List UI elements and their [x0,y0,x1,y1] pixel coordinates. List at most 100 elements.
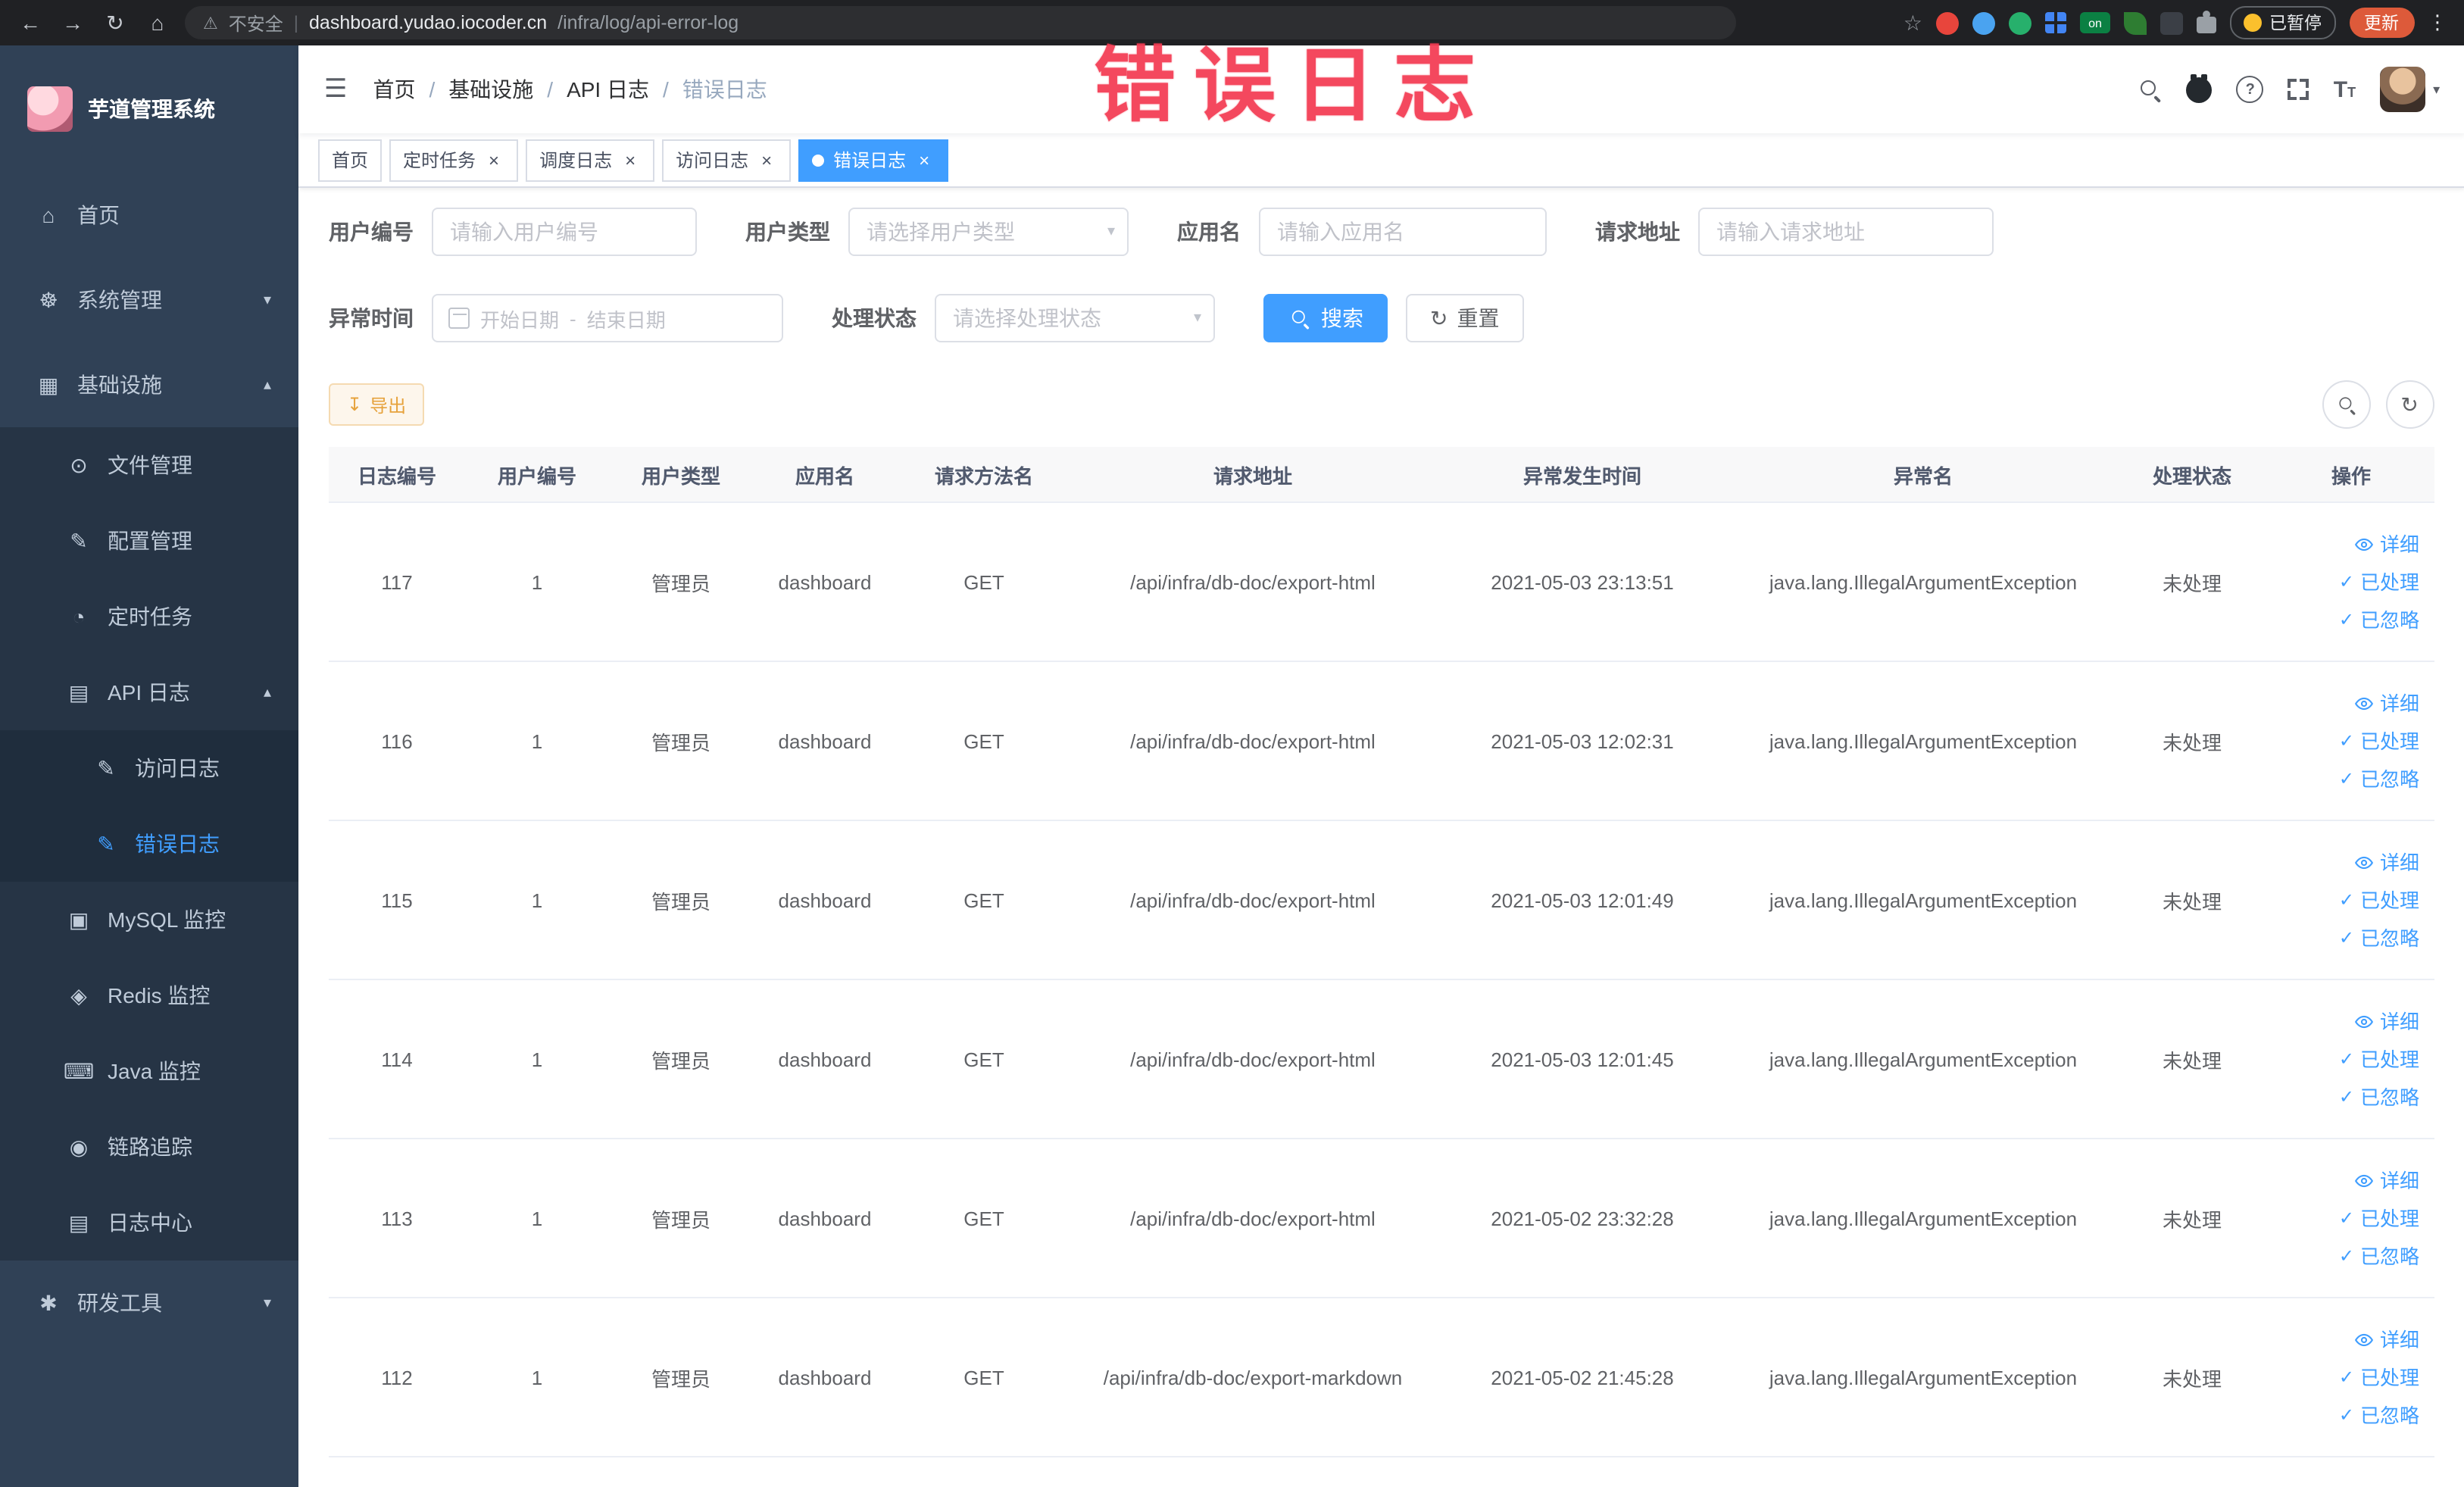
sidebar-item-api-log[interactable]: ▤ API 日志 ▴ [0,654,298,730]
process-status-select[interactable] [935,294,1215,342]
search-icon[interactable] [2138,77,2163,102]
cell-app-name: dashboard [753,661,897,821]
user-type-select[interactable] [848,208,1129,256]
close-icon[interactable]: × [756,149,777,170]
extension-icon-dark[interactable] [2160,11,2183,34]
user-id-input[interactable] [432,208,697,256]
help-icon[interactable]: ? [2236,76,2264,103]
breadcrumb-infra[interactable]: 基础设施 [416,74,533,105]
search-button[interactable]: 搜索 [1263,294,1388,342]
check-icon: ✓ [2338,1086,2354,1107]
mark-processed-link[interactable]: ✓ 已处理 [2277,881,2425,919]
sidebar-item-java-monitor[interactable]: ⌨ Java 监控 [0,1033,298,1109]
request-url-input[interactable] [1698,208,1994,256]
sidebar-item-config-manage[interactable]: ✎ 配置管理 [0,503,298,579]
update-button[interactable]: 更新 [2349,8,2414,38]
detail-link[interactable]: 详细 [2277,1320,2425,1358]
home-icon[interactable]: ⌂ [142,11,173,35]
fullscreen-icon[interactable] [2288,79,2309,100]
extension-badge-on[interactable]: on [2080,12,2110,33]
extension-icon-blue-drop[interactable] [1972,11,1995,34]
sidebar-item-log-center[interactable]: ▤ 日志中心 [0,1185,298,1261]
sidebar-item-scheduled-task[interactable]: ◔ 定时任务 [0,579,298,654]
sidebar-item-error-log[interactable]: ✎ 错误日志 [0,806,298,882]
detail-link[interactable]: 详细 [2277,1002,2425,1040]
close-icon[interactable]: × [620,149,641,170]
close-icon[interactable]: × [913,149,935,170]
date-range-picker[interactable]: 开始日期 - 结束日期 [432,294,783,342]
breadcrumb-api-log[interactable]: API 日志 [533,74,649,105]
sidebar-logo[interactable]: 芋道管理系统 [0,45,298,173]
table-row: 113 1 管理员 dashboard GET /api/infra/db-do… [329,1139,2434,1298]
main-area: ☰ 首页 基础设施 API 日志 错误日志 ? TT ▾ [298,45,2464,1487]
detail-link[interactable]: 详细 [2277,1161,2425,1199]
mark-ignored-link[interactable]: ✓ 已忽略 [2277,1237,2425,1275]
cell-user-type: 管理员 [609,979,753,1139]
search-icon [2336,395,2356,414]
sidebar-item-redis-monitor[interactable]: ◈ Redis 监控 [0,957,298,1033]
reload-icon[interactable]: ↻ [100,10,130,36]
mark-ignored-link[interactable]: ✓ 已忽略 [2277,919,2425,957]
tab-scheduled-task[interactable]: 定时任务 × [389,139,519,181]
cell-exception-time: 2021-05-02 21:45:28 [1435,1298,1730,1457]
detail-link[interactable]: 详细 [2277,525,2425,563]
tab-home[interactable]: 首页 [318,139,383,181]
breadcrumb-home[interactable]: 首页 [373,74,416,105]
close-icon[interactable]: × [483,149,504,170]
extensions-puzzle-icon[interactable] [2197,11,2216,33]
table-row: 114 1 管理员 dashboard GET /api/infra/db-do… [329,979,2434,1139]
mark-ignored-link[interactable]: ✓ 已忽略 [2277,601,2425,639]
sidebar-item-system[interactable]: ☸ 系统管理 ▾ [0,258,298,342]
filter-row-1: 用户编号 用户类型 ▾ 应用名 请 [329,208,2434,256]
sidebar-collapse-icon[interactable]: ☰ [324,74,348,105]
bookmark-star-icon[interactable]: ☆ [1903,10,1922,36]
sidebar-item-infra[interactable]: ▦ 基础设施 ▴ [0,342,298,427]
sidebar-item-home[interactable]: ⌂ 首页 [0,173,298,258]
toggle-search-button[interactable] [2322,380,2371,429]
extension-icon-grid[interactable] [2045,12,2066,33]
cell-user-type: 管理员 [609,661,753,821]
refresh-button[interactable]: ↻ [2385,380,2434,429]
mark-processed-link[interactable]: ✓ 已处理 [2277,1040,2425,1078]
sidebar-item-file-manage[interactable]: ⊙ 文件管理 [0,427,298,503]
active-dot [812,154,825,166]
paused-badge[interactable]: 已暂停 [2230,6,2335,39]
extension-icon-green[interactable] [2009,11,2031,34]
file-icon: ⊙ [70,452,88,476]
tab-error-log[interactable]: 错误日志 × [798,139,949,181]
browser-menu-icon[interactable]: ⋮ [2428,11,2449,35]
back-icon[interactable]: ← [15,11,45,35]
tab-access-log[interactable]: 访问日志 × [662,139,792,181]
forward-icon[interactable]: → [58,11,88,35]
user-menu[interactable]: ▾ [2380,67,2440,112]
column-header: 用户类型 [609,447,753,503]
app-name-input[interactable] [1259,208,1547,256]
reset-button[interactable]: ↻ 重置 [1406,294,1524,342]
mark-processed-link[interactable]: ✓ 已处理 [2277,1199,2425,1237]
github-icon[interactable] [2186,73,2213,102]
table-row: 117 1 管理员 dashboard GET /api/infra/db-do… [329,502,2434,662]
mark-ignored-link[interactable]: ✓ 已忽略 [2277,1396,2425,1434]
sidebar-item-devtools[interactable]: ✱ 研发工具 ▾ [0,1261,298,1345]
mark-ignored-link[interactable]: ✓ 已忽略 [2277,760,2425,798]
sidebar-item-access-log[interactable]: ✎ 访问日志 [0,730,298,806]
export-button[interactable]: ↧ 导出 [329,383,425,426]
breadcrumb: 首页 基础设施 API 日志 错误日志 [373,74,767,105]
detail-link[interactable]: 详细 [2277,684,2425,722]
mark-processed-link[interactable]: ✓ 已处理 [2277,563,2425,601]
font-size-icon[interactable]: TT [2334,78,2356,101]
sidebar-item-mysql-monitor[interactable]: ▣ MySQL 监控 [0,882,298,957]
mark-ignored-link[interactable]: ✓ 已忽略 [2277,1078,2425,1116]
check-icon: ✓ [2338,889,2354,910]
sidebar-item-trace[interactable]: ◉ 链路追踪 [0,1109,298,1185]
cell-app-name: dashboard [753,979,897,1139]
extension-icon-leaf[interactable] [2124,11,2147,34]
mark-processed-link[interactable]: ✓ 已处理 [2277,722,2425,760]
address-bar[interactable]: ⚠ 不安全 | dashboard.yudao.iocoder.cn/infra… [185,6,1736,39]
extension-icon-red[interactable] [1936,11,1959,34]
mark-processed-link[interactable]: ✓ 已处理 [2277,1358,2425,1396]
start-date-placeholder: 开始日期 [480,308,560,331]
detail-link[interactable]: 详细 [2277,843,2425,881]
tab-schedule-log[interactable]: 调度日志 × [526,139,655,181]
cell-exception-name: java.lang.IllegalArgumentException [1730,502,2116,662]
